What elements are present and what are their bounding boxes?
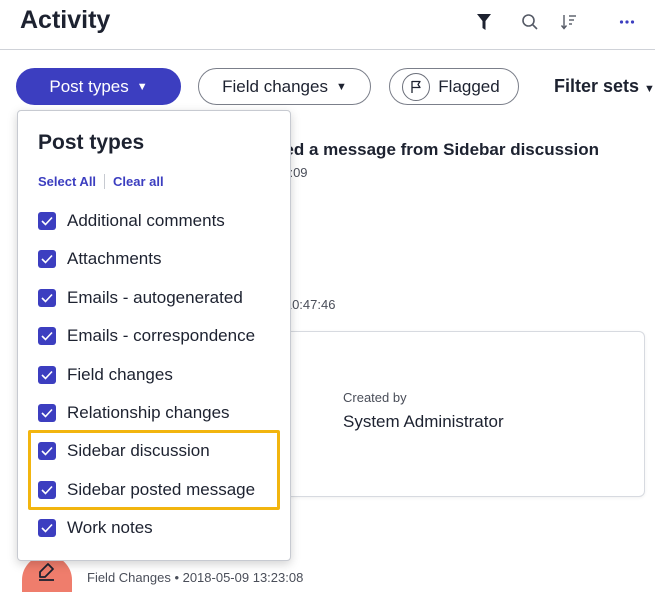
activity-card: Created by System Administrator (270, 331, 645, 497)
flagged-filter-button[interactable]: Flagged (389, 68, 519, 105)
post-types-dropdown: Post types Select All Clear all Addition… (17, 110, 291, 561)
edit-icon (39, 563, 54, 581)
option-additional-comments[interactable]: Additional comments (38, 208, 225, 234)
dropdown-title: Post types (38, 131, 145, 154)
option-label: Relationship changes (67, 403, 230, 422)
post-types-filter-button[interactable]: Post types ▼ (16, 68, 181, 105)
option-work-notes[interactable]: Work notes (38, 515, 153, 541)
dropdown-actions: Select All Clear all (38, 174, 164, 189)
page-title: Activity (20, 6, 111, 34)
flag-icon (402, 72, 431, 101)
field-changes-filter-button[interactable]: Field changes ▼ (198, 68, 371, 105)
divider (104, 174, 106, 189)
option-relationship-changes[interactable]: Relationship changes (38, 400, 230, 426)
option-emails-correspondence[interactable]: Emails - correspondence (38, 323, 255, 349)
feed-item-heading: ded a message from Sidebar discussion (274, 140, 600, 159)
feed-item-meta: Field Changes • 2018-05-09 13:23:08 (87, 570, 304, 585)
post-types-filter-label: Post types (49, 76, 129, 96)
checkbox-checked-icon[interactable] (38, 327, 56, 345)
checkbox-checked-icon[interactable] (38, 250, 56, 268)
chevron-down-icon: ▼ (136, 80, 148, 93)
checkbox-checked-icon[interactable] (38, 481, 56, 499)
option-attachments[interactable]: Attachments (38, 246, 162, 272)
option-label: Additional comments (67, 211, 225, 230)
clear-all-link[interactable]: Clear all (113, 174, 164, 189)
filter-sets-button[interactable]: Filter sets ▼ (554, 76, 655, 97)
card-label: Created by (343, 390, 407, 405)
chevron-down-icon: ▼ (644, 83, 655, 95)
option-field-changes[interactable]: Field changes (38, 362, 173, 388)
card-value: System Administrator (343, 412, 504, 431)
search-icon[interactable] (519, 11, 541, 33)
option-label: Sidebar posted message (67, 480, 256, 499)
checkbox-checked-icon[interactable] (38, 442, 56, 460)
more-icon[interactable] (616, 11, 638, 33)
option-sidebar-posted-message[interactable]: Sidebar posted message (38, 477, 255, 503)
option-label: Sidebar discussion (67, 441, 210, 460)
select-all-link[interactable]: Select All (38, 174, 96, 189)
checkbox-checked-icon[interactable] (38, 404, 56, 422)
checkbox-checked-icon[interactable] (38, 366, 56, 384)
sort-icon[interactable] (558, 11, 580, 33)
activity-header: Activity (0, 0, 655, 50)
option-sidebar-discussion[interactable]: Sidebar discussion (38, 438, 210, 464)
option-label: Attachments (67, 249, 162, 268)
filter-icon[interactable] (473, 11, 495, 33)
checkbox-checked-icon[interactable] (38, 289, 56, 307)
field-changes-filter-label: Field changes (222, 76, 328, 96)
option-label: Emails - correspondence (67, 326, 256, 345)
checkbox-checked-icon[interactable] (38, 212, 56, 230)
flagged-filter-label: Flagged (438, 76, 500, 96)
filter-sets-label: Filter sets (554, 76, 640, 96)
checkbox-checked-icon[interactable] (38, 519, 56, 537)
option-emails-autogenerated[interactable]: Emails - autogenerated (38, 285, 243, 311)
chevron-down-icon: ▼ (335, 80, 347, 93)
option-label: Work notes (67, 518, 153, 537)
option-label: Emails - autogenerated (67, 288, 243, 307)
option-label: Field changes (67, 365, 173, 384)
